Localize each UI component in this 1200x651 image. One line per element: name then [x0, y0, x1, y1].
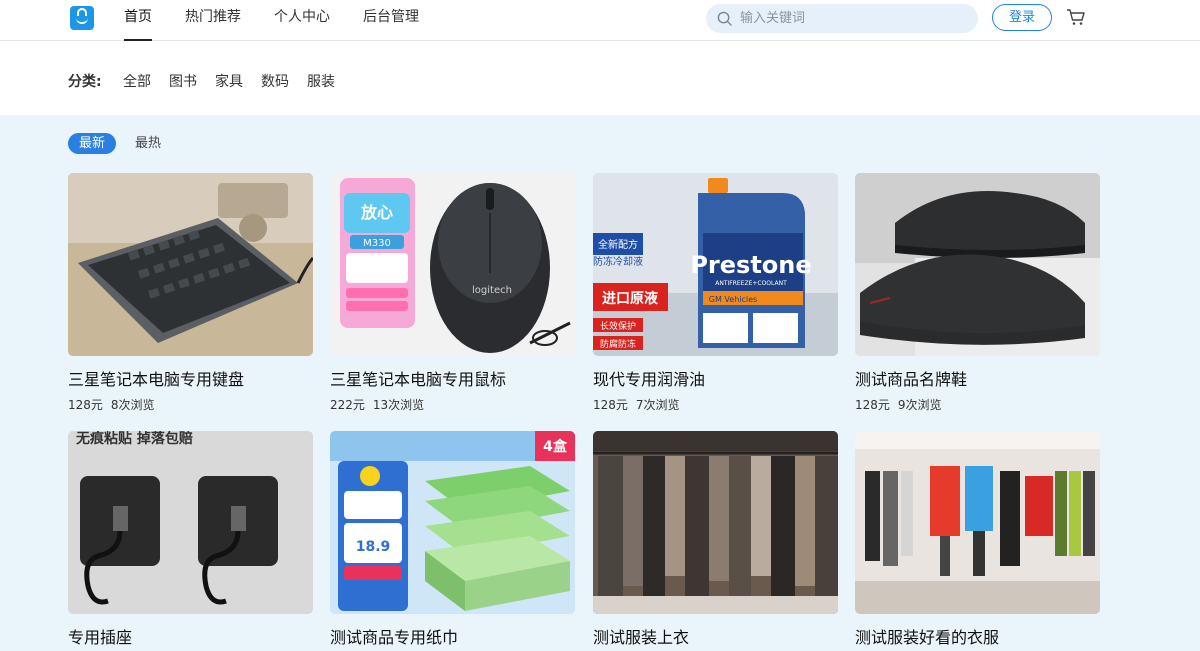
search-box: [706, 4, 978, 33]
category-furniture[interactable]: 家具: [215, 71, 243, 91]
product-meta: 128元 8次浏览: [68, 396, 155, 413]
sort-tabs: 最新 最热: [68, 133, 180, 154]
svg-text:logitech: logitech: [472, 285, 512, 296]
product-name[interactable]: 三星笔记本电脑专用鼠标: [330, 366, 506, 390]
product-image-clothing-store[interactable]: [855, 431, 1100, 614]
shopping-bag-logo-icon[interactable]: [70, 6, 94, 30]
product-image-oil-bottle[interactable]: 全新配方 防冻冷却液 进口原液 长效保护 防腐防冻 Prestone ANTIF…: [593, 173, 838, 356]
product-image-wall-hooks[interactable]: 无痕粘贴 掉落包赔: [68, 431, 313, 614]
sort-tab-hottest[interactable]: 最热: [124, 133, 172, 154]
nav-home[interactable]: 首页: [124, 0, 152, 41]
category-bar: 分类: 全部 图书 家具 数码 服装: [0, 41, 1200, 115]
svg-text:18.9: 18.9: [356, 539, 391, 555]
product-name[interactable]: 测试商品名牌鞋: [855, 366, 967, 390]
svg-text:全新配方: 全新配方: [598, 238, 638, 251]
product-price: 128元: [593, 398, 628, 412]
product-name[interactable]: 测试服装好看的衣服: [855, 624, 999, 648]
product-image-keyboard[interactable]: [68, 173, 313, 356]
product-name[interactable]: 测试商品专用纸巾: [330, 624, 458, 648]
search-icon: [717, 11, 732, 26]
category-digital[interactable]: 数码: [261, 71, 289, 91]
product-image-mouse[interactable]: 放心 M330 logitech: [330, 173, 575, 356]
nav-hot-recommend[interactable]: 热门推荐: [185, 0, 241, 41]
search-input[interactable]: [740, 4, 970, 33]
svg-text:防腐防冻: 防腐防冻: [600, 338, 636, 350]
product-price: 128元: [855, 398, 890, 412]
sort-tab-newest[interactable]: 最新: [68, 133, 117, 154]
product-meta: 128元 7次浏览: [593, 396, 680, 413]
svg-text:Prestone: Prestone: [690, 251, 811, 279]
product-meta: 128元 9次浏览: [855, 396, 942, 413]
main-nav: 首页 热门推荐 个人中心 后台管理: [124, 0, 452, 41]
svg-text:4盒: 4盒: [543, 438, 568, 455]
svg-text:长效保护: 长效保护: [600, 320, 636, 332]
top-header: 首页 热门推荐 个人中心 后台管理 登录: [0, 0, 1200, 41]
product-views: 13次浏览: [372, 398, 425, 412]
category-label: 分类:: [68, 74, 102, 90]
svg-text:无痕粘贴 掉落包赔: 无痕粘贴 掉落包赔: [75, 431, 193, 447]
product-image-clothing-rack[interactable]: [593, 431, 838, 614]
product-name[interactable]: 现代专用润滑油: [593, 366, 705, 390]
category-clothing[interactable]: 服装: [307, 71, 335, 91]
category-all[interactable]: 全部: [123, 71, 151, 91]
product-name[interactable]: 三星笔记本电脑专用键盘: [68, 366, 244, 390]
product-price: 222元: [330, 398, 365, 412]
nav-personal-center[interactable]: 个人中心: [274, 0, 330, 41]
svg-text:GM Vehicles: GM Vehicles: [709, 295, 757, 304]
svg-text:进口原液: 进口原液: [602, 290, 659, 307]
cart-icon[interactable]: [1066, 8, 1086, 26]
product-views: 9次浏览: [897, 398, 942, 412]
product-name[interactable]: 测试服装上衣: [593, 624, 689, 648]
product-image-sneakers[interactable]: [855, 173, 1100, 356]
svg-text:M330: M330: [363, 238, 391, 249]
svg-text:ANTIFREEZE+COOLANT: ANTIFREEZE+COOLANT: [715, 280, 787, 287]
svg-text:放心: 放心: [360, 203, 393, 222]
product-image-tissue-boxes[interactable]: 4盒 18.9: [330, 431, 575, 614]
product-price: 128元: [68, 398, 103, 412]
product-name[interactable]: 专用插座: [68, 624, 132, 648]
nav-admin[interactable]: 后台管理: [363, 0, 419, 41]
product-meta: 222元 13次浏览: [330, 396, 424, 413]
product-views: 7次浏览: [635, 398, 680, 412]
svg-text:防冻冷却液: 防冻冷却液: [593, 255, 643, 268]
login-button[interactable]: 登录: [992, 4, 1052, 31]
product-views: 8次浏览: [110, 398, 155, 412]
category-books[interactable]: 图书: [169, 71, 197, 91]
